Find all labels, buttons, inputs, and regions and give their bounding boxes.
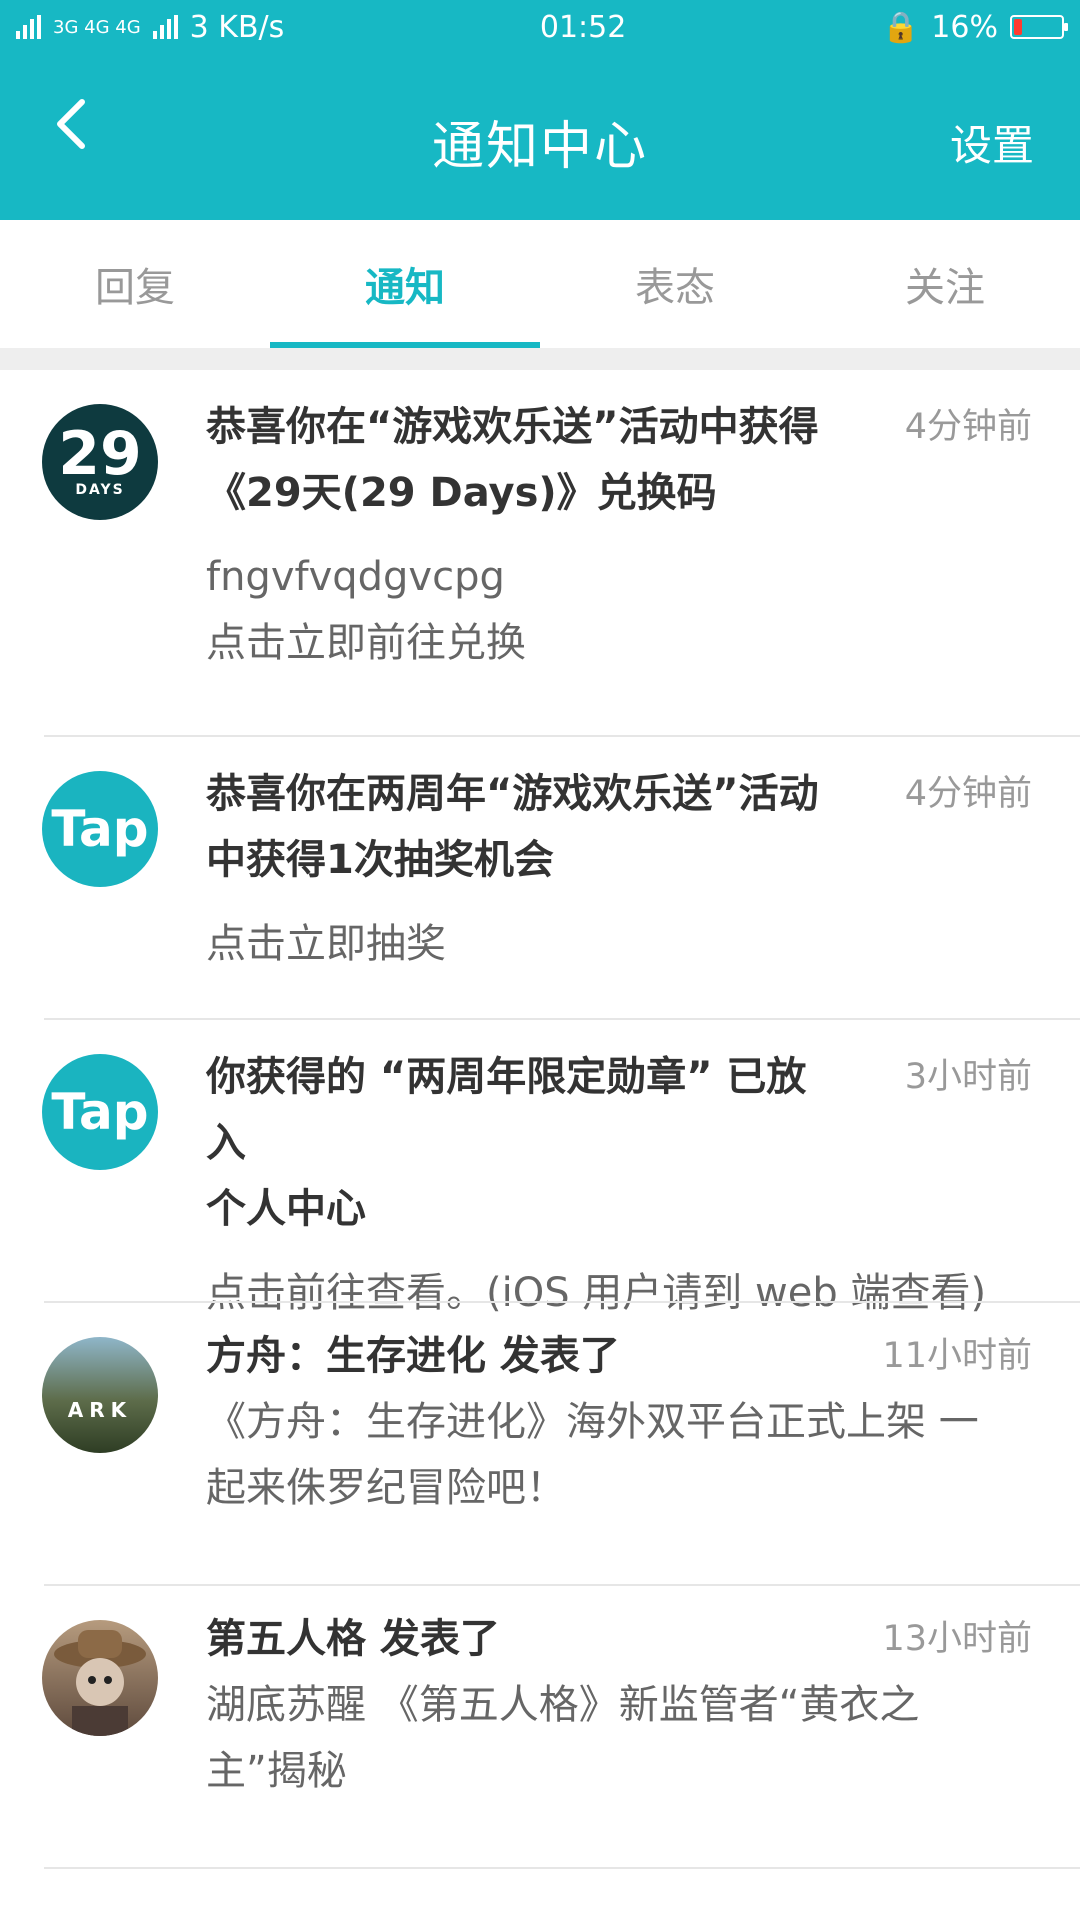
notification-item[interactable]: 29 DAYS 恭喜你在“游戏欢乐送”活动中获得 《29天(29 Days)》兑… xyxy=(0,370,1080,737)
notification-title: 中获得1次抽奖机会 xyxy=(206,837,554,883)
battery-percentage: 16% xyxy=(931,9,998,45)
notification-item[interactable]: ARK 方舟：生存进化 发表了 11小时前 《方舟：生存进化》海外双平台正式上架… xyxy=(0,1303,1080,1586)
notification-title: 恭喜你在“游戏欢乐送”活动中获得 xyxy=(206,404,819,450)
tab-following[interactable]: 关注 xyxy=(810,220,1080,348)
notification-item[interactable]: Tap 恭喜你在两周年“游戏欢乐送”活动 中获得1次抽奖机会 4分钟前 点击立即… xyxy=(0,737,1080,1020)
network-type: 3G 4G 4G xyxy=(53,16,141,38)
notification-title: 你获得的 “两周年限定勋章” 已放入 xyxy=(206,1054,807,1166)
status-bar: 3G 4G 4G 3 KB/s 01:52 🔒 16% xyxy=(0,0,1080,54)
avatar-ark: ARK xyxy=(42,1337,158,1453)
battery-icon xyxy=(1009,15,1068,39)
network-speed: 3 KB/s xyxy=(189,9,285,45)
tab-notifications[interactable]: 通知 xyxy=(270,220,540,348)
settings-button[interactable]: 设置 xyxy=(950,112,1034,173)
notification-time: 4分钟前 xyxy=(904,407,1032,447)
avatar-29-days: 29 DAYS xyxy=(42,404,158,520)
redeem-link[interactable]: 点击立即前往兑换 xyxy=(206,610,1032,676)
post-excerpt: 主”揭秘 xyxy=(206,1748,347,1794)
notification-list: 29 DAYS 恭喜你在“游戏欢乐送”活动中获得 《29天(29 Days)》兑… xyxy=(0,370,1080,1869)
post-excerpt: 湖底苏醒 《第五人格》新监管者“黄衣之 xyxy=(206,1682,920,1728)
notification-title: 方舟：生存进化 发表了 xyxy=(206,1333,620,1379)
notification-item[interactable]: Tap 你获得的 “两周年限定勋章” 已放入 个人中心 3小时前 点击前往查看。… xyxy=(0,1020,1080,1316)
lock-rotation-icon: 🔒 xyxy=(881,9,920,45)
notification-time: 3小时前 xyxy=(904,1057,1032,1097)
tab-reactions[interactable]: 表态 xyxy=(540,220,810,348)
avatar-identity-v xyxy=(42,1620,158,1736)
page-title: 通知中心 xyxy=(431,117,648,177)
notification-time: 13小时前 xyxy=(882,1619,1032,1659)
post-excerpt: 起来侏罗纪冒险吧！ xyxy=(206,1465,566,1511)
avatar-taptap: Tap xyxy=(42,771,158,887)
lottery-link[interactable]: 点击立即抽奖 xyxy=(206,911,1032,977)
tab-bar: 回复 通知 表态 关注 xyxy=(0,220,1080,348)
notification-title: 第五人格 发表了 xyxy=(206,1616,500,1662)
notification-item[interactable]: 第五人格 发表了 13小时前 湖底苏醒 《第五人格》新监管者“黄衣之 主”揭秘 xyxy=(0,1586,1080,1869)
tab-reply[interactable]: 回复 xyxy=(0,220,270,348)
section-divider xyxy=(0,348,1080,370)
post-excerpt: 《方舟：生存进化》海外双平台正式上架 一 xyxy=(206,1399,979,1445)
notification-title: 个人中心 xyxy=(206,1186,366,1232)
signal-icon xyxy=(152,15,178,39)
redeem-code: fngvfvqdgvcpg xyxy=(206,554,505,600)
notification-time: 11小时前 xyxy=(882,1336,1032,1376)
signal-icon xyxy=(16,15,41,39)
avatar-taptap: Tap xyxy=(42,1054,158,1170)
clock: 01:52 xyxy=(539,9,627,45)
notification-time: 4分钟前 xyxy=(904,774,1032,814)
divider xyxy=(44,1867,1080,1869)
notification-title: 恭喜你在两周年“游戏欢乐送”活动 xyxy=(206,771,819,817)
app-bar: 通知中心 设置 xyxy=(0,54,1080,220)
notification-title: 《29天(29 Days)》兑换码 xyxy=(206,470,717,516)
character-icon xyxy=(54,1630,146,1736)
